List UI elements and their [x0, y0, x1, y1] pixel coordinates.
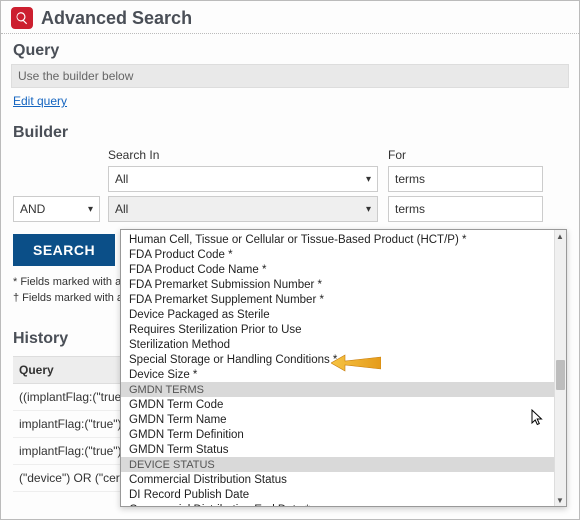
- dropdown-option[interactable]: FDA Product Code *: [121, 247, 554, 262]
- for-value: terms: [395, 172, 425, 186]
- dropdown-option[interactable]: FDA Premarket Submission Number *: [121, 277, 554, 292]
- chevron-down-icon: ▾: [366, 204, 371, 215]
- dropdown-option[interactable]: Commercial Distribution Status: [121, 472, 554, 487]
- builder-area: Search In For All ▾ terms AND ▾ All: [1, 148, 579, 222]
- dropdown-option[interactable]: FDA Premarket Supplement Number *: [121, 292, 554, 307]
- search-icon: [11, 7, 33, 29]
- query-section-label: Query: [1, 34, 579, 62]
- for-value: terms: [395, 202, 425, 216]
- builder-row: AND ▾ All ▾ terms: [13, 196, 567, 222]
- page-header: Advanced Search: [1, 1, 579, 34]
- dropdown-group-header: GMDN TERMS: [121, 382, 554, 397]
- dropdown-option[interactable]: GMDN Term Name: [121, 412, 554, 427]
- search-button[interactable]: SEARCH: [13, 234, 115, 266]
- dropdown-option[interactable]: Commercial Distribution End Date *: [121, 502, 554, 506]
- page-title: Advanced Search: [41, 8, 192, 29]
- for-input[interactable]: terms: [388, 166, 543, 192]
- dropdown-option[interactable]: FDA Product Code Name *: [121, 262, 554, 277]
- for-label: For: [388, 148, 538, 162]
- dropdown-option[interactable]: Device Packaged as Sterile: [121, 307, 554, 322]
- search-in-select-active[interactable]: All ▾: [108, 196, 378, 222]
- dropdown-option[interactable]: GMDN Term Status: [121, 442, 554, 457]
- edit-query-link[interactable]: Edit query: [13, 94, 67, 108]
- dropdown-option[interactable]: GMDN Term Definition: [121, 427, 554, 442]
- search-in-label: Search In: [108, 148, 388, 162]
- dropdown-option[interactable]: GMDN Term Code: [121, 397, 554, 412]
- dropdown-option[interactable]: Device Size *: [121, 367, 554, 382]
- chevron-down-icon: ▾: [366, 174, 371, 185]
- query-readonly-box: Use the builder below: [11, 64, 569, 88]
- search-in-value: All: [115, 172, 128, 186]
- dropdown-option[interactable]: Special Storage or Handling Conditions *: [121, 352, 554, 367]
- for-input[interactable]: terms: [388, 196, 543, 222]
- search-in-select[interactable]: All ▾: [108, 166, 378, 192]
- builder-row: All ▾ terms: [13, 166, 567, 192]
- scroll-thumb[interactable]: [556, 360, 565, 390]
- scroll-up-icon[interactable]: ▲: [554, 230, 566, 242]
- scroll-down-icon[interactable]: ▼: [554, 494, 566, 506]
- dropdown-option[interactable]: Requires Sterilization Prior to Use: [121, 322, 554, 337]
- operator-value: AND: [20, 202, 45, 216]
- search-in-value: All: [115, 202, 128, 216]
- dropdown-group-header: DEVICE STATUS: [121, 457, 554, 472]
- dropdown-scrollbar[interactable]: ▲ ▼: [554, 230, 566, 506]
- chevron-down-icon: ▾: [88, 204, 93, 215]
- operator-select[interactable]: AND ▾: [13, 196, 100, 222]
- search-in-dropdown-panel[interactable]: Human Cell, Tissue or Cellular or Tissue…: [120, 229, 567, 507]
- builder-section-label: Builder: [1, 116, 579, 144]
- dropdown-option[interactable]: Sterilization Method: [121, 337, 554, 352]
- dropdown-option[interactable]: Human Cell, Tissue or Cellular or Tissue…: [121, 232, 554, 247]
- dropdown-option[interactable]: DI Record Publish Date: [121, 487, 554, 502]
